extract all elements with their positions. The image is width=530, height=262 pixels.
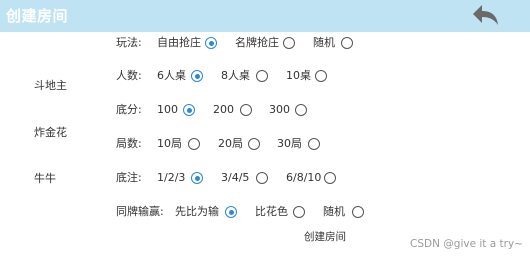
page-title: 创建房间	[6, 7, 69, 25]
bet-label: 底注:	[116, 171, 142, 184]
base-label: 底分:	[116, 103, 142, 116]
rounds-radio-10[interactable]	[188, 138, 200, 150]
tie-option-label: 随机	[323, 205, 345, 218]
rounds-label: 局数:	[116, 137, 142, 150]
base-option-label: 100	[157, 103, 178, 116]
watermark: CSDN @give it a try~	[410, 238, 523, 250]
players-label: 人数:	[116, 69, 142, 82]
base-option-label: 200	[213, 103, 234, 116]
mode-radio-free[interactable]	[205, 37, 217, 49]
base-option-label: 300	[269, 103, 290, 116]
players-radio-6[interactable]	[191, 70, 203, 82]
players-option-label: 8人桌	[221, 69, 250, 82]
tie-radio-first-loses[interactable]	[225, 206, 237, 218]
bet-option-label: 6/8/10	[286, 171, 322, 184]
rounds-row: 局数: 10局 20局 30局	[0, 134, 530, 154]
rounds-radio-20[interactable]	[248, 138, 260, 150]
tie-label: 同牌输赢:	[116, 205, 164, 218]
tie-row: 同牌输赢: 先比为输 比花色 随机	[0, 202, 530, 222]
mode-row: 玩法: 自由抢庄 名牌抢庄 随机	[0, 33, 530, 53]
bet-option-label: 3/4/5	[221, 171, 250, 184]
title-bar: 创建房间	[0, 0, 530, 32]
create-room-button[interactable]: 创建房间	[304, 229, 346, 244]
mode-radio-random[interactable]	[341, 37, 353, 49]
bet-radio-123[interactable]	[191, 172, 203, 184]
rounds-option-label: 10局	[157, 137, 182, 150]
base-radio-200[interactable]	[240, 104, 252, 116]
base-row: 底分: 100 200 300	[0, 100, 530, 120]
back-arrow-icon[interactable]	[470, 2, 502, 28]
mode-option-label: 自由抢庄	[157, 36, 201, 49]
mode-option-label: 随机	[313, 36, 335, 49]
tie-option-label: 比花色	[255, 205, 288, 218]
mode-radio-named[interactable]	[283, 37, 295, 49]
tie-option-label: 先比为输	[175, 205, 219, 218]
mode-option-label: 名牌抢庄	[235, 36, 279, 49]
bet-option-label: 1/2/3	[157, 171, 186, 184]
rounds-radio-30[interactable]	[308, 138, 320, 150]
players-option-label: 6人桌	[157, 69, 186, 82]
bet-row: 底注: 1/2/3 3/4/5 6/8/10	[0, 168, 530, 188]
tie-radio-random[interactable]	[352, 206, 364, 218]
bet-radio-6810[interactable]	[324, 172, 336, 184]
rounds-option-label: 20局	[218, 137, 243, 150]
rounds-option-label: 30局	[277, 137, 302, 150]
base-radio-300[interactable]	[295, 104, 307, 116]
mode-label: 玩法:	[116, 36, 142, 49]
players-option-label: 10桌	[286, 69, 311, 82]
base-radio-100[interactable]	[183, 104, 195, 116]
tie-radio-suit[interactable]	[293, 206, 305, 218]
players-radio-10[interactable]	[315, 70, 327, 82]
players-row: 人数: 6人桌 8人桌 10桌	[0, 66, 530, 86]
players-radio-8[interactable]	[256, 70, 268, 82]
bet-radio-345[interactable]	[256, 172, 268, 184]
